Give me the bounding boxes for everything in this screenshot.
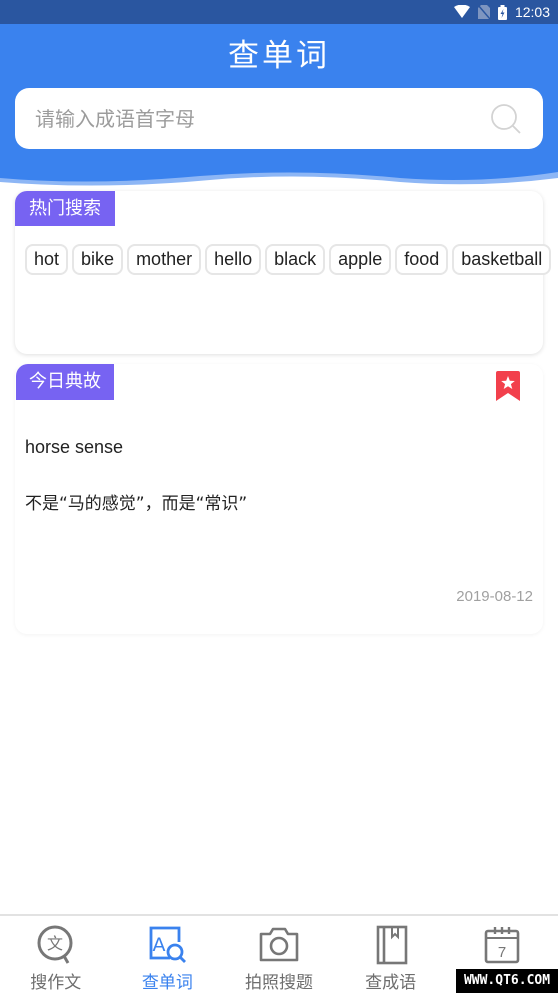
nav-label: 查单词 <box>141 973 193 993</box>
header-wave <box>0 172 558 194</box>
today-story-card: 今日典故 horse sense 不是“马的感觉”，而是“常识” 2019-08… <box>15 364 543 634</box>
search-chip[interactable]: hot <box>25 244 69 275</box>
today-story-label: 今日典故 <box>16 364 114 400</box>
svg-text:A: A <box>153 934 166 956</box>
search-chip[interactable]: bike <box>72 244 124 275</box>
hot-search-chips: hot bike mother hello black apple food b… <box>25 244 552 275</box>
nav-item-idiom[interactable]: 查成语 <box>335 916 447 993</box>
svg-text:7: 7 <box>498 944 506 961</box>
search-chip[interactable]: black <box>265 244 326 275</box>
no-sim-icon <box>477 5 490 19</box>
battery-charging-icon <box>497 4 507 20</box>
search-chip[interactable]: mother <box>127 244 202 275</box>
search-chip[interactable]: food <box>395 244 449 275</box>
watermark: WWW.QT6.COM <box>456 969 558 993</box>
search-chip[interactable]: hello <box>205 244 262 275</box>
status-time: 12:03 <box>514 4 550 20</box>
calendar-icon: 7 <box>484 927 520 964</box>
story-word: horse sense <box>25 437 124 457</box>
search-chip[interactable]: apple <box>329 244 392 275</box>
nav-label: 查成语 <box>365 973 417 993</box>
nav-label: 拍照搜题 <box>244 973 313 993</box>
search-icon[interactable] <box>489 102 523 136</box>
search-chip[interactable]: basketball <box>452 244 552 275</box>
camera-icon <box>259 927 299 962</box>
search-input[interactable] <box>35 106 489 131</box>
page-title: 查单词 <box>228 38 330 74</box>
nav-label: 搜作文 <box>30 973 82 993</box>
header: 查单词 <box>0 24 558 194</box>
story-meaning: 不是“马的感觉”，而是“常识” <box>25 494 248 514</box>
nav-item-search-essay[interactable]: 文 搜作文 <box>0 916 112 993</box>
hot-search-label: 热门搜索 <box>15 191 115 226</box>
screen: 12:03 查单词 热门搜索 hot bike mother hello bla… <box>0 0 558 993</box>
nav-item-photo-search[interactable]: 拍照搜题 <box>223 916 335 993</box>
lookup-word-icon: A <box>149 926 187 963</box>
hot-search-card: 热门搜索 hot bike mother hello black apple f… <box>15 191 552 354</box>
search-box[interactable] <box>15 88 543 149</box>
story-date: 2019-08-12 <box>456 588 533 605</box>
status-bar: 12:03 <box>0 0 558 24</box>
nav-item-lookup-word[interactable]: A 查单词 <box>112 916 224 993</box>
book-icon <box>376 925 407 965</box>
svg-text:文: 文 <box>47 934 63 953</box>
bottom-nav: 文 搜作文 A 查单词 拍照搜题 查成语 7 WWW.QT6.COM <box>0 914 558 993</box>
bookmark-star-icon[interactable] <box>496 371 520 401</box>
wifi-icon <box>453 5 470 18</box>
search-essay-icon: 文 <box>37 925 73 964</box>
